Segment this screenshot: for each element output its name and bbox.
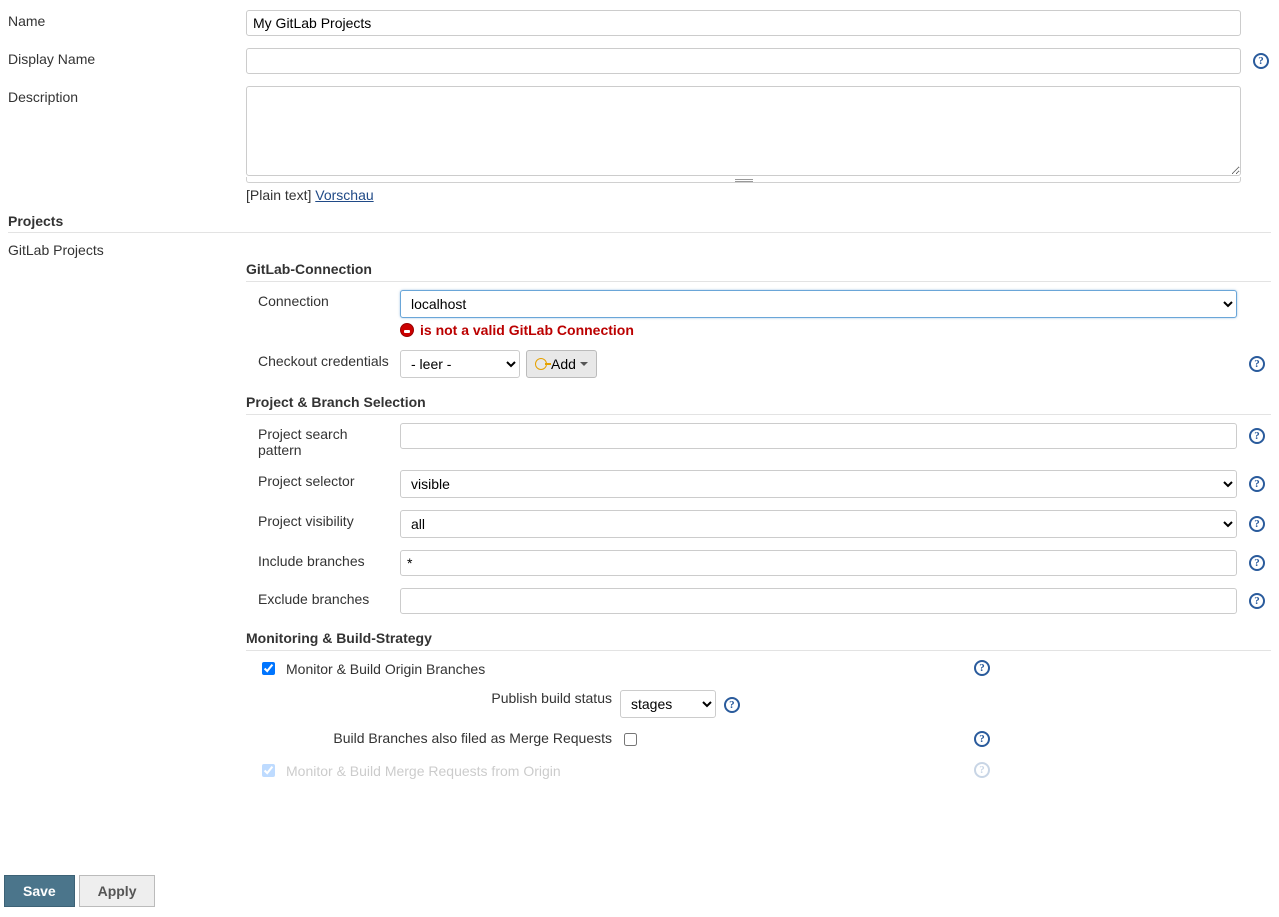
publish-status-label: Publish build status [246, 684, 616, 724]
display-name-input[interactable] [246, 48, 1241, 74]
help-icon[interactable]: ? [1249, 428, 1265, 444]
monitor-origin-label: Monitor & Build Origin Branches [286, 661, 485, 677]
help-icon[interactable]: ? [724, 697, 740, 713]
bottom-button-bar: Save Apply [0, 867, 1279, 917]
monitor-mr-origin-label: Monitor & Build Merge Requests from Orig… [286, 763, 561, 779]
include-branches-input[interactable] [400, 550, 1237, 576]
description-label: Description [4, 80, 242, 209]
preview-link[interactable]: Vorschau [315, 187, 373, 203]
also-mr-checkbox[interactable] [624, 733, 637, 746]
monitoring-heading: Monitoring & Build-Strategy [246, 620, 1271, 651]
credentials-select[interactable]: - leer - [400, 350, 520, 378]
resize-grip[interactable] [246, 177, 1241, 183]
name-input[interactable] [246, 10, 1241, 36]
monitor-origin-checkbox[interactable] [262, 662, 275, 675]
branch-selection-heading: Project & Branch Selection [246, 384, 1271, 415]
add-button-label: Add [551, 356, 576, 372]
credentials-label: Checkout credentials [246, 344, 396, 384]
publish-status-select[interactable]: stages [620, 690, 716, 718]
plain-text-indicator: [Plain text] [246, 187, 311, 203]
include-branches-label: Include branches [246, 544, 396, 582]
projects-section-header: Projects [8, 209, 1271, 233]
project-visibility-label: Project visibility [246, 504, 396, 544]
chevron-down-icon [580, 362, 588, 366]
display-name-label: Display Name [4, 42, 242, 80]
exclude-branches-label: Exclude branches [246, 582, 396, 620]
project-visibility-select[interactable]: all [400, 510, 1237, 538]
help-icon[interactable]: ? [1253, 53, 1269, 69]
help-icon[interactable]: ? [1249, 476, 1265, 492]
error-icon [400, 323, 414, 337]
save-button[interactable]: Save [4, 875, 75, 907]
help-icon[interactable]: ? [974, 660, 990, 676]
help-icon[interactable]: ? [1249, 516, 1265, 532]
help-icon[interactable]: ? [1249, 555, 1265, 571]
name-label: Name [4, 4, 242, 42]
connection-label: Connection [246, 284, 396, 344]
help-icon[interactable]: ? [974, 731, 990, 747]
apply-button[interactable]: Apply [79, 875, 156, 907]
help-icon[interactable]: ? [974, 762, 990, 778]
search-pattern-label: Project search pattern [246, 417, 396, 464]
description-textarea[interactable] [246, 86, 1241, 176]
connection-error-text: is not a valid GitLab Connection [420, 322, 634, 338]
project-selector-label: Project selector [246, 464, 396, 504]
projects-type-label: GitLab Projects [4, 233, 242, 790]
monitor-mr-origin-checkbox[interactable] [262, 764, 275, 777]
gitlab-connection-heading: GitLab-Connection [246, 239, 1271, 282]
connection-select[interactable]: localhost [400, 290, 1237, 318]
add-credentials-button[interactable]: Add [526, 350, 597, 378]
help-icon[interactable]: ? [1249, 593, 1265, 609]
exclude-branches-input[interactable] [400, 588, 1237, 614]
also-mr-label: Build Branches also filed as Merge Reque… [246, 724, 616, 755]
help-icon[interactable]: ? [1249, 356, 1265, 372]
search-pattern-input[interactable] [400, 423, 1237, 449]
key-icon [535, 358, 547, 370]
project-selector-select[interactable]: visible [400, 470, 1237, 498]
